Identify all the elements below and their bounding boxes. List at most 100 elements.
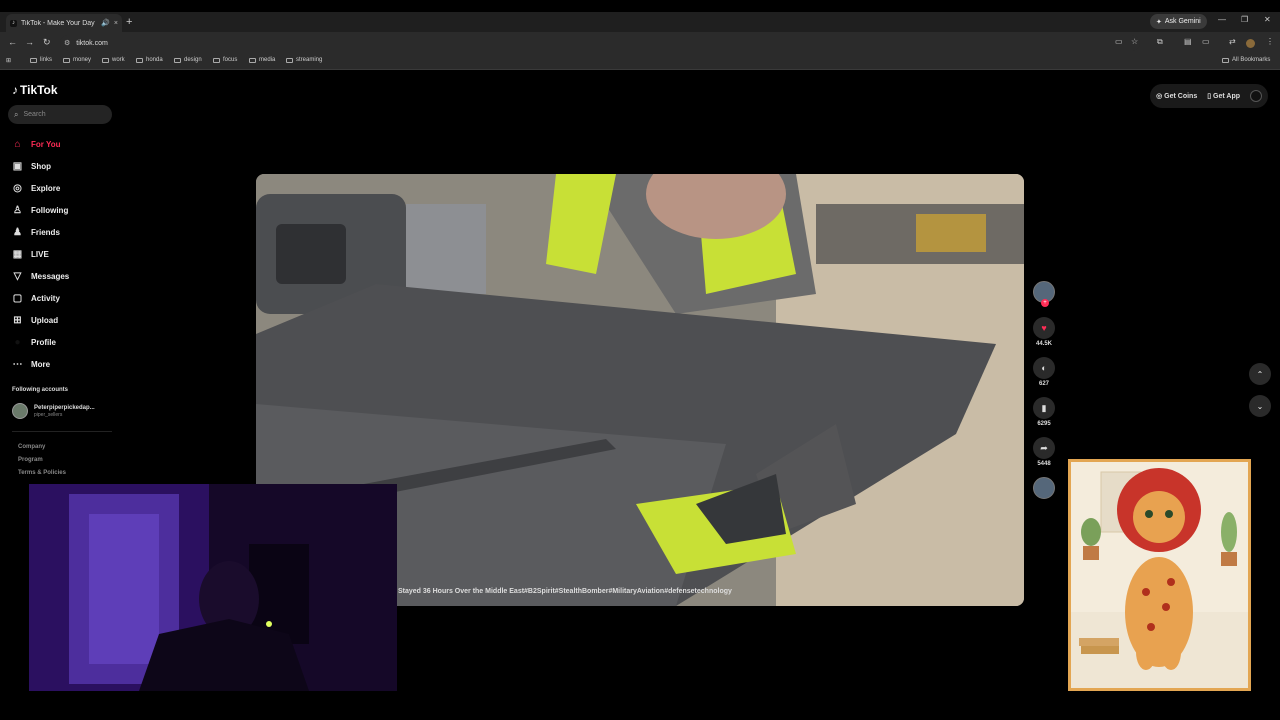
more-icon: ⋯ xyxy=(12,358,23,370)
install-app-icon[interactable]: ▭ xyxy=(1115,37,1123,46)
bookmark-folder-focus[interactable]: focus xyxy=(213,57,237,63)
next-video-button[interactable]: ⌄ xyxy=(1249,395,1271,417)
bookmark-folder-work[interactable]: work xyxy=(102,57,125,63)
back-arrow-icon[interactable]: ← xyxy=(8,37,17,47)
tab-title: TikTok - Make Your Day xyxy=(21,19,95,27)
nav-item-profile[interactable]: ● Profile xyxy=(12,331,69,353)
bookmark-folder-media[interactable]: media xyxy=(249,57,275,63)
video-action-bar: + ♥ 44.5K ◐ 627 ▮ 6295 ➦ 5448 xyxy=(1031,281,1057,499)
footer-link-program[interactable]: Program xyxy=(18,454,66,467)
browser-tab-active[interactable]: ♪ TikTok - Make Your Day 🔊 × xyxy=(6,14,122,32)
tiktok-favicon-icon: ♪ xyxy=(10,19,17,27)
search-placeholder: Search xyxy=(23,111,46,118)
nav-item-for-you[interactable]: ⌂ For You xyxy=(12,133,69,155)
share-count: 5448 xyxy=(1037,461,1051,467)
like-button[interactable]: ♥ xyxy=(1033,317,1055,339)
reading-mode-icon[interactable]: ▤ xyxy=(1184,37,1192,46)
user-avatar[interactable] xyxy=(1250,90,1262,102)
webcam-overlay xyxy=(29,484,397,691)
folder-icon xyxy=(63,57,70,63)
nav-item-explore[interactable]: ◎ Explore xyxy=(12,177,69,199)
share-button[interactable]: ➦ xyxy=(1033,437,1055,459)
get-coins-button[interactable]: ◎ Get Coins xyxy=(1156,92,1197,100)
nav-item-shop[interactable]: ▣ Shop xyxy=(12,155,69,177)
avatar xyxy=(12,403,28,419)
close-window-button[interactable]: ✕ xyxy=(1264,15,1271,24)
bookmark-folder-design[interactable]: design xyxy=(174,57,202,63)
nav-item-live[interactable]: ▦ LIVE xyxy=(12,243,69,265)
folder-icon xyxy=(286,57,293,63)
people-icon: ♟ xyxy=(13,226,22,238)
bookmark-star-icon[interactable]: ☆ xyxy=(1131,37,1138,46)
reload-icon[interactable]: ↻ xyxy=(43,37,51,48)
restore-button[interactable]: ❐ xyxy=(1241,15,1248,24)
bookmark-folder-honda[interactable]: honda xyxy=(136,57,163,63)
share-arrow-icon: ➦ xyxy=(1040,442,1048,453)
apps-grid-icon[interactable]: ⊞ xyxy=(6,57,11,64)
creator-avatar[interactable]: + xyxy=(1033,281,1055,307)
minimize-button[interactable]: — xyxy=(1218,15,1226,24)
sidebar-footer: Company Program Terms & Policies xyxy=(18,441,66,480)
save-button[interactable]: ▮ xyxy=(1033,397,1055,419)
comment-icon: ◐ xyxy=(1041,363,1047,373)
tiktok-note-icon: ♪ xyxy=(12,83,18,97)
address-bar[interactable]: ⚙ tiktok.com xyxy=(60,35,1140,51)
following-accounts-heading: Following accounts xyxy=(12,387,69,393)
url-text: tiktok.com xyxy=(76,39,108,47)
new-tab-button[interactable]: + xyxy=(126,15,132,29)
follow-plus-icon[interactable]: + xyxy=(1041,299,1049,307)
folder-icon xyxy=(174,57,181,63)
nav-item-following[interactable]: ♙ Following xyxy=(12,199,69,221)
nav-item-activity[interactable]: ▢ Activity xyxy=(12,287,69,309)
ask-gemini-label: Ask Gemini xyxy=(1164,18,1201,25)
bag-icon: ▣ xyxy=(12,160,23,172)
footer-link-company[interactable]: Company xyxy=(18,441,66,454)
heart-icon: ♥ xyxy=(1041,323,1047,333)
forward-arrow-icon[interactable]: → xyxy=(25,37,34,47)
folder-icon xyxy=(213,57,220,63)
nav-item-friends[interactable]: ♟ Friends xyxy=(12,221,69,243)
menu-kebab-icon[interactable]: ⋮ xyxy=(1266,37,1274,46)
translate-icon[interactable]: ⇄ xyxy=(1229,37,1236,46)
live-icon: ▦ xyxy=(12,248,23,260)
search-icon: ⌕ xyxy=(14,109,19,119)
webcam-feed-image xyxy=(29,484,397,691)
tab-audio-icon[interactable]: 🔊 xyxy=(101,19,110,27)
bookmark-folder-money[interactable]: money xyxy=(63,57,91,63)
save-count: 6295 xyxy=(1037,421,1051,427)
video-caption[interactable]: Stayed 36 Hours Over the Middle East#B2S… xyxy=(398,588,732,595)
bookmark-folder-streaming[interactable]: streaming xyxy=(286,57,322,63)
tab-close-icon[interactable]: × xyxy=(114,20,118,27)
following-account-item[interactable]: Peterpiperpickedap... piper_sellers xyxy=(12,403,95,419)
profile-avatar-icon[interactable] xyxy=(1246,39,1255,48)
message-icon: ▢ xyxy=(12,292,23,304)
sound-disc-avatar[interactable] xyxy=(1033,477,1055,499)
all-bookmarks-button[interactable]: All Bookmarks xyxy=(1222,57,1270,63)
footer-link-terms[interactable]: Terms & Policies xyxy=(18,467,66,480)
nav-item-more[interactable]: ⋯ More xyxy=(12,353,69,375)
like-count: 44.5K xyxy=(1035,341,1052,347)
folder-icon xyxy=(102,57,109,63)
profile-icon: ● xyxy=(14,336,21,348)
sidebar-nav: ⌂ For You ▣ Shop ◎ Explore ♙ Following ♟ Frie… xyxy=(12,133,70,375)
bookmark-folder-links[interactable]: links xyxy=(30,57,52,63)
get-app-button[interactable]: ▯ Get App xyxy=(1207,92,1240,100)
coin-icon: ◎ xyxy=(1156,93,1165,100)
folder-icon xyxy=(30,57,37,63)
top-frame xyxy=(0,0,1280,12)
chevron-down-icon: ⌄ xyxy=(1256,401,1264,411)
browser-toolbar: ← → ↻ ⚙ tiktok.com ▭ ☆ ⧉ ▤ ▭ ⇄ ⋮ xyxy=(0,32,1280,54)
home-icon: ⌂ xyxy=(14,138,21,150)
search-input[interactable]: ⌕ Search xyxy=(8,105,112,124)
previous-video-button[interactable]: ⌃ xyxy=(1249,363,1271,385)
comment-count: 627 xyxy=(1038,381,1049,387)
nav-item-upload[interactable]: ⊞ Upload xyxy=(12,309,69,331)
ask-gemini-button[interactable]: ✦ Ask Gemini xyxy=(1150,14,1207,29)
extensions-icon[interactable]: ⧉ xyxy=(1157,37,1163,47)
nav-item-messages[interactable]: ▽ Messages xyxy=(12,265,70,287)
comment-button[interactable]: ◐ xyxy=(1033,357,1055,379)
site-info-icon[interactable]: ⚙ xyxy=(64,39,70,47)
tiktok-logo[interactable]: ♪ TikTok xyxy=(12,83,58,97)
cast-icon[interactable]: ▭ xyxy=(1202,37,1210,46)
chevron-up-icon: ⌃ xyxy=(1256,369,1264,379)
